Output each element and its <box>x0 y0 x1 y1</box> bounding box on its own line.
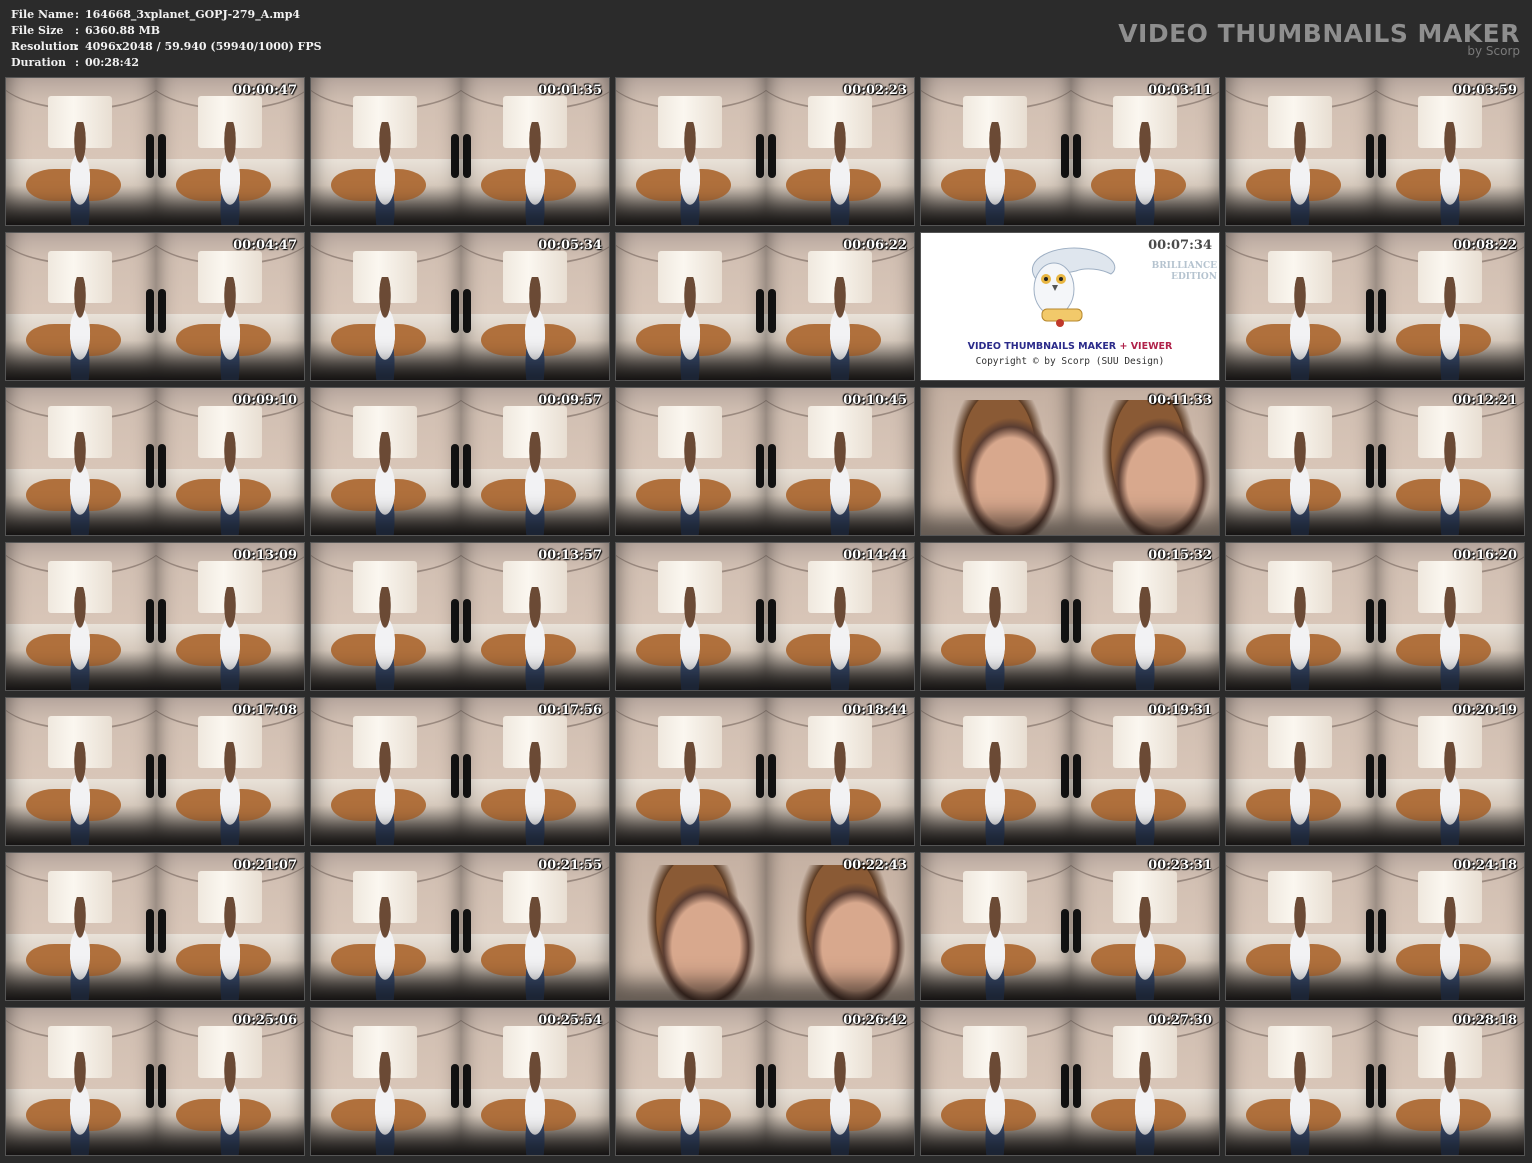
thumbnail-timestamp: 00:18:44 <box>843 703 907 718</box>
info-row: Resolution:4096x2048 / 59.940 (59940/100… <box>11 39 322 55</box>
thumbnail-frame[interactable]: 00:18:44 <box>615 697 915 846</box>
thumbnail-timestamp: 00:21:07 <box>233 858 297 873</box>
thumbnail-frame[interactable]: 00:02:23 <box>615 77 915 226</box>
info-row: File Name:164668_3xplanet_GOPJ-279_A.mp4 <box>11 7 322 23</box>
thumbnail-grid: 00:00:47 00:01:35 00:02:23 00:03:11 00:03:59… <box>5 77 1527 1157</box>
thumbnail-timestamp: 00:10:45 <box>843 393 907 408</box>
thumbnail-frame[interactable]: 00:20:19 <box>1225 697 1525 846</box>
logo-edition-line: BRILLIANCE <box>1151 261 1217 271</box>
thumbnail-timestamp: 00:21:55 <box>538 858 602 873</box>
thumbnail-timestamp: 00:17:56 <box>538 703 602 718</box>
file-info-table: File Name:164668_3xplanet_GOPJ-279_A.mp4… <box>11 7 322 71</box>
thumbnail-timestamp: 00:13:09 <box>233 548 297 563</box>
thumbnail-timestamp: 00:23:31 <box>1148 858 1212 873</box>
thumbnail-timestamp: 00:03:59 <box>1453 83 1517 98</box>
thumbnail-frame[interactable]: 00:04:47 <box>5 232 305 381</box>
info-value: 00:28:42 <box>85 56 140 69</box>
thumbnail-timestamp: 00:04:47 <box>233 238 297 253</box>
info-separator: : <box>75 56 80 69</box>
thumbnail-frame[interactable]: 00:13:09 <box>5 542 305 691</box>
owl-with-scroll-icon <box>1032 247 1116 327</box>
thumbnail-frame[interactable]: 00:10:45 <box>615 387 915 536</box>
thumbnail-timestamp: 00:19:31 <box>1148 703 1212 718</box>
thumbnail-frame[interactable]: 00:17:56 <box>310 697 610 846</box>
thumbnail-frame[interactable]: 00:27:30 <box>920 1007 1220 1156</box>
thumbnail-timestamp: 00:26:42 <box>843 1013 907 1028</box>
thumbnail-timestamp: 00:27:30 <box>1148 1013 1212 1028</box>
info-row: File Size:6360.88 MB <box>11 23 322 39</box>
thumbnail-frame[interactable]: 00:25:54 <box>310 1007 610 1156</box>
thumbnail-timestamp: 00:06:22 <box>843 238 907 253</box>
thumbnail-frame[interactable]: 00:15:32 <box>920 542 1220 691</box>
thumbnail-timestamp: 00:28:18 <box>1453 1013 1517 1028</box>
thumbnail-timestamp: 00:25:54 <box>538 1013 602 1028</box>
thumbnail-timestamp: 00:08:22 <box>1453 238 1517 253</box>
info-separator: : <box>75 8 80 21</box>
thumbnail-timestamp: 00:03:11 <box>1148 83 1212 98</box>
thumbnail-frame[interactable]: 00:24:18 <box>1225 852 1525 1001</box>
thumbnail-frame[interactable]: 00:09:10 <box>5 387 305 536</box>
thumbnail-timestamp: 00:09:10 <box>233 393 297 408</box>
thumbnail-frame[interactable]: 00:17:08 <box>5 697 305 846</box>
thumbnail-frame[interactable]: 00:13:57 <box>310 542 610 691</box>
info-value: 6360.88 MB <box>85 24 161 37</box>
thumbnail-frame[interactable]: 00:25:06 <box>5 1007 305 1156</box>
thumbnail-frame[interactable]: BRILLIANCE EDITION VIDEO THUMBNAILS MAKER … <box>920 232 1220 381</box>
thumbnail-timestamp: 00:09:57 <box>538 393 602 408</box>
thumbnail-timestamp: 00:25:06 <box>233 1013 297 1028</box>
info-separator: : <box>75 24 80 37</box>
thumbnail-frame[interactable]: 00:11:33 <box>920 387 1220 536</box>
thumbnail-frame[interactable]: 00:05:34 <box>310 232 610 381</box>
thumbnail-frame[interactable]: 00:21:07 <box>5 852 305 1001</box>
logo-edition-text: BRILLIANCE EDITION <box>1152 261 1217 283</box>
info-value: 4096x2048 / 59.940 (59940/1000) FPS <box>85 40 322 53</box>
thumbnail-frame[interactable]: 00:23:31 <box>920 852 1220 1001</box>
brand-watermark: VIDEO THUMBNAILS MAKER by Scorp <box>1118 19 1520 58</box>
logo-title-plus: + VIEWER <box>1119 341 1173 352</box>
thumbnail-timestamp: 00:20:19 <box>1453 703 1517 718</box>
thumbnail-frame[interactable]: 00:01:35 <box>310 77 610 226</box>
thumbnail-timestamp: 00:14:44 <box>843 548 907 563</box>
thumbnail-frame[interactable]: 00:03:59 <box>1225 77 1525 226</box>
thumbnail-frame[interactable]: 00:09:57 <box>310 387 610 536</box>
thumbnail-timestamp: 00:15:32 <box>1148 548 1212 563</box>
thumbnail-timestamp: 00:12:21 <box>1453 393 1517 408</box>
thumbnail-timestamp: 00:13:57 <box>538 548 602 563</box>
thumbnail-timestamp: 00:00:47 <box>233 83 297 98</box>
thumbnail-frame[interactable]: 00:28:18 <box>1225 1007 1525 1156</box>
info-key: File Size <box>11 24 64 37</box>
thumbnail-frame[interactable]: 00:12:21 <box>1225 387 1525 536</box>
brand-title: VIDEO THUMBNAILS MAKER <box>1118 19 1520 48</box>
thumbnail-frame[interactable]: 00:14:44 <box>615 542 915 691</box>
thumbnail-timestamp: 00:01:35 <box>538 83 602 98</box>
thumbnail-frame[interactable]: 00:03:11 <box>920 77 1220 226</box>
thumbnail-frame[interactable]: 00:22:43 <box>615 852 915 1001</box>
info-value: 164668_3xplanet_GOPJ-279_A.mp4 <box>85 8 301 21</box>
thumbnail-frame[interactable]: 00:19:31 <box>920 697 1220 846</box>
info-key: Resolution <box>11 40 78 53</box>
logo-title: VIDEO THUMBNAILS MAKER + VIEWER <box>921 341 1219 352</box>
thumbnail-timestamp: 00:22:43 <box>843 858 907 873</box>
thumbnail-timestamp: 00:17:08 <box>233 703 297 718</box>
thumbnail-timestamp: 00:11:33 <box>1148 393 1212 408</box>
thumbnail-frame[interactable]: 00:26:42 <box>615 1007 915 1156</box>
thumbnail-timestamp: 00:02:23 <box>843 83 907 98</box>
logo-edition-line: EDITION <box>1171 272 1217 282</box>
thumbnail-timestamp: 00:24:18 <box>1453 858 1517 873</box>
thumbnail-frame[interactable]: 00:16:20 <box>1225 542 1525 691</box>
info-key: File Name <box>11 8 74 21</box>
info-header: File Name:164668_3xplanet_GOPJ-279_A.mp4… <box>0 0 1532 76</box>
thumbnail-timestamp: 00:07:34 <box>1148 238 1212 253</box>
info-row: Duration:00:28:42 <box>11 55 322 71</box>
thumbnail-frame[interactable]: 00:21:55 <box>310 852 610 1001</box>
thumbnail-timestamp: 00:05:34 <box>538 238 602 253</box>
thumbnail-timestamp: 00:16:20 <box>1453 548 1517 563</box>
logo-copyright: Copyright © by Scorp (SUU Design) <box>975 356 1165 367</box>
thumbnail-frame[interactable]: 00:06:22 <box>615 232 915 381</box>
thumbnail-frame[interactable]: 00:08:22 <box>1225 232 1525 381</box>
info-key: Duration <box>11 56 67 69</box>
logo-title-main: VIDEO THUMBNAILS MAKER <box>967 341 1117 352</box>
thumbnail-frame[interactable]: 00:00:47 <box>5 77 305 226</box>
info-separator: : <box>75 40 80 53</box>
